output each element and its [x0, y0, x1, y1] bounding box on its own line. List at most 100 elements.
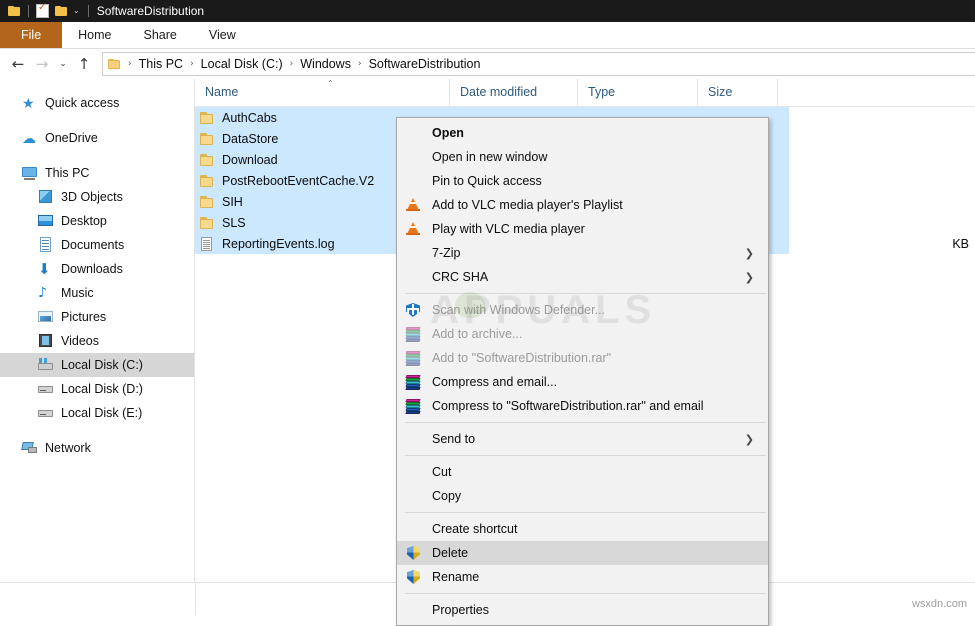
navigation-pane: ★ Quick access ☁ OneDrive This PC 3D Obj…: [0, 79, 195, 582]
column-header-name[interactable]: Name: [195, 79, 450, 106]
sidebar-item-this-pc[interactable]: This PC: [0, 161, 194, 185]
title-bar: ⌄ SoftwareDistribution: [0, 0, 975, 22]
sidebar-item-desktop[interactable]: Desktop: [0, 209, 194, 233]
status-divider: [195, 583, 196, 615]
drive-icon-e: [38, 405, 54, 421]
breadcrumb-item-local-disk-c[interactable]: Local Disk (C:): [198, 57, 286, 71]
menu-item-delete[interactable]: Delete: [397, 541, 768, 565]
forward-button[interactable]: →: [30, 52, 54, 76]
desktop-icon: [38, 213, 54, 229]
menu-separator: [405, 293, 766, 294]
menu-item-add-to-named-rar[interactable]: Add to "SoftwareDistribution.rar": [397, 346, 768, 370]
folder-icon: [199, 174, 215, 188]
menu-item-add-to-archive[interactable]: Add to archive...: [397, 322, 768, 346]
menu-item-compress-to-named-rar-and-email[interactable]: Compress to "SoftwareDistribution.rar" a…: [397, 394, 768, 418]
star-icon: ★: [22, 95, 35, 111]
menu-label: Open in new window: [432, 150, 548, 164]
winrar-icon: [405, 374, 422, 390]
up-button[interactable]: ↑: [72, 52, 96, 76]
no-icon: [405, 149, 422, 165]
menu-item-create-shortcut[interactable]: Create shortcut: [397, 517, 768, 541]
menu-label: Play with VLC media player: [432, 222, 585, 236]
qat-divider-2: [87, 5, 89, 17]
menu-label: Properties: [432, 603, 489, 617]
sidebar-item-quick-access[interactable]: ★ Quick access: [0, 91, 194, 115]
quick-access-folder-icon[interactable]: [8, 5, 21, 17]
no-icon: [405, 488, 422, 504]
menu-separator: [405, 593, 766, 594]
sidebar-item-local-disk-d[interactable]: Local Disk (D:): [0, 377, 194, 401]
menu-label: Cut: [432, 465, 452, 479]
menu-item-pin-to-quick-access[interactable]: Pin to Quick access: [397, 169, 768, 193]
column-header-size[interactable]: Size: [698, 79, 778, 106]
breadcrumb-separator-0: ›: [128, 59, 132, 69]
chevron-right-icon: ❯: [744, 432, 754, 446]
sidebar-item-onedrive[interactable]: ☁ OneDrive: [0, 126, 194, 150]
menu-separator: [405, 512, 766, 513]
menu-label: CRC SHA: [432, 270, 489, 284]
back-button[interactable]: ←: [6, 52, 30, 76]
sidebar-label-3d-objects: 3D Objects: [61, 190, 123, 204]
sidebar-item-local-disk-e[interactable]: Local Disk (E:): [0, 401, 194, 425]
recent-locations-button[interactable]: ⌄: [54, 52, 72, 76]
menu-item-add-to-vlc-playlist[interactable]: Add to VLC media player's Playlist: [397, 193, 768, 217]
window-title: SoftwareDistribution: [96, 4, 205, 18]
defender-shield-icon: [405, 302, 422, 318]
file-name: ReportingEvents.log: [222, 236, 335, 251]
menu-item-send-to[interactable]: Send to ❯: [397, 427, 768, 451]
vlc-icon: [405, 221, 422, 237]
file-name: SLS: [222, 215, 246, 230]
no-icon: [405, 245, 422, 261]
sidebar-item-downloads[interactable]: ⬇ Downloads: [0, 257, 194, 281]
sidebar-label-documents: Documents: [61, 238, 125, 252]
no-icon: [405, 602, 422, 618]
chevron-down-icon[interactable]: ⌄: [73, 7, 80, 15]
breadcrumb-item-softwaredistribution[interactable]: SoftwareDistribution: [366, 57, 484, 71]
properties-icon[interactable]: [36, 2, 49, 18]
sidebar-item-local-disk-c[interactable]: Local Disk (C:): [0, 353, 194, 377]
menu-item-copy[interactable]: Copy: [397, 484, 768, 508]
tab-share[interactable]: Share: [128, 22, 193, 48]
menu-item-rename[interactable]: Rename: [397, 565, 768, 589]
sidebar-item-music[interactable]: ♪ Music: [0, 281, 194, 305]
menu-item-play-with-vlc[interactable]: Play with VLC media player: [397, 217, 768, 241]
breadcrumb-item-this-pc[interactable]: This PC: [136, 57, 186, 71]
folder-icon: [199, 111, 215, 125]
menu-item-7-zip[interactable]: 7-Zip ❯: [397, 241, 768, 265]
sidebar-item-documents[interactable]: Documents: [0, 233, 194, 257]
breadcrumb-separator-1: ›: [190, 59, 194, 69]
menu-item-cut[interactable]: Cut: [397, 460, 768, 484]
menu-label: Open: [432, 126, 464, 140]
menu-label: Scan with Windows Defender...: [432, 303, 605, 317]
menu-item-properties[interactable]: Properties: [397, 598, 768, 622]
folder-icon: [199, 153, 215, 167]
tab-home[interactable]: Home: [62, 22, 127, 48]
sidebar-item-3d-objects[interactable]: 3D Objects: [0, 185, 194, 209]
winrar-icon: [405, 350, 422, 366]
menu-item-compress-and-email[interactable]: Compress and email...: [397, 370, 768, 394]
breadcrumb[interactable]: › This PC › Local Disk (C:) › Windows › …: [102, 52, 975, 76]
cube-icon: [38, 189, 54, 205]
sort-ascending-icon: ⌃: [327, 79, 334, 88]
network-icon: [22, 440, 38, 456]
sidebar-item-network[interactable]: Network: [0, 436, 194, 460]
menu-item-open[interactable]: Open: [397, 121, 768, 145]
sidebar-item-videos[interactable]: Videos: [0, 329, 194, 353]
menu-label: Rename: [432, 570, 480, 584]
menu-item-scan-with-windows-defender[interactable]: Scan with Windows Defender...: [397, 298, 768, 322]
column-header-date-modified[interactable]: Date modified: [450, 79, 578, 106]
column-header-type[interactable]: Type: [578, 79, 698, 106]
tab-file[interactable]: File: [0, 22, 63, 48]
menu-separator: [405, 455, 766, 456]
file-name: Download: [222, 152, 278, 167]
sidebar-label-videos: Videos: [61, 334, 99, 348]
breadcrumb-item-windows[interactable]: Windows: [297, 57, 354, 71]
sidebar-item-pictures[interactable]: Pictures: [0, 305, 194, 329]
sidebar-label-this-pc: This PC: [45, 166, 90, 180]
new-folder-icon[interactable]: [55, 5, 68, 17]
menu-item-open-in-new-window[interactable]: Open in new window: [397, 145, 768, 169]
menu-item-crc-sha[interactable]: CRC SHA ❯: [397, 265, 768, 289]
menu-label: Add to "SoftwareDistribution.rar": [432, 351, 612, 365]
sidebar-label-pictures: Pictures: [61, 310, 107, 324]
tab-view[interactable]: View: [193, 22, 252, 48]
